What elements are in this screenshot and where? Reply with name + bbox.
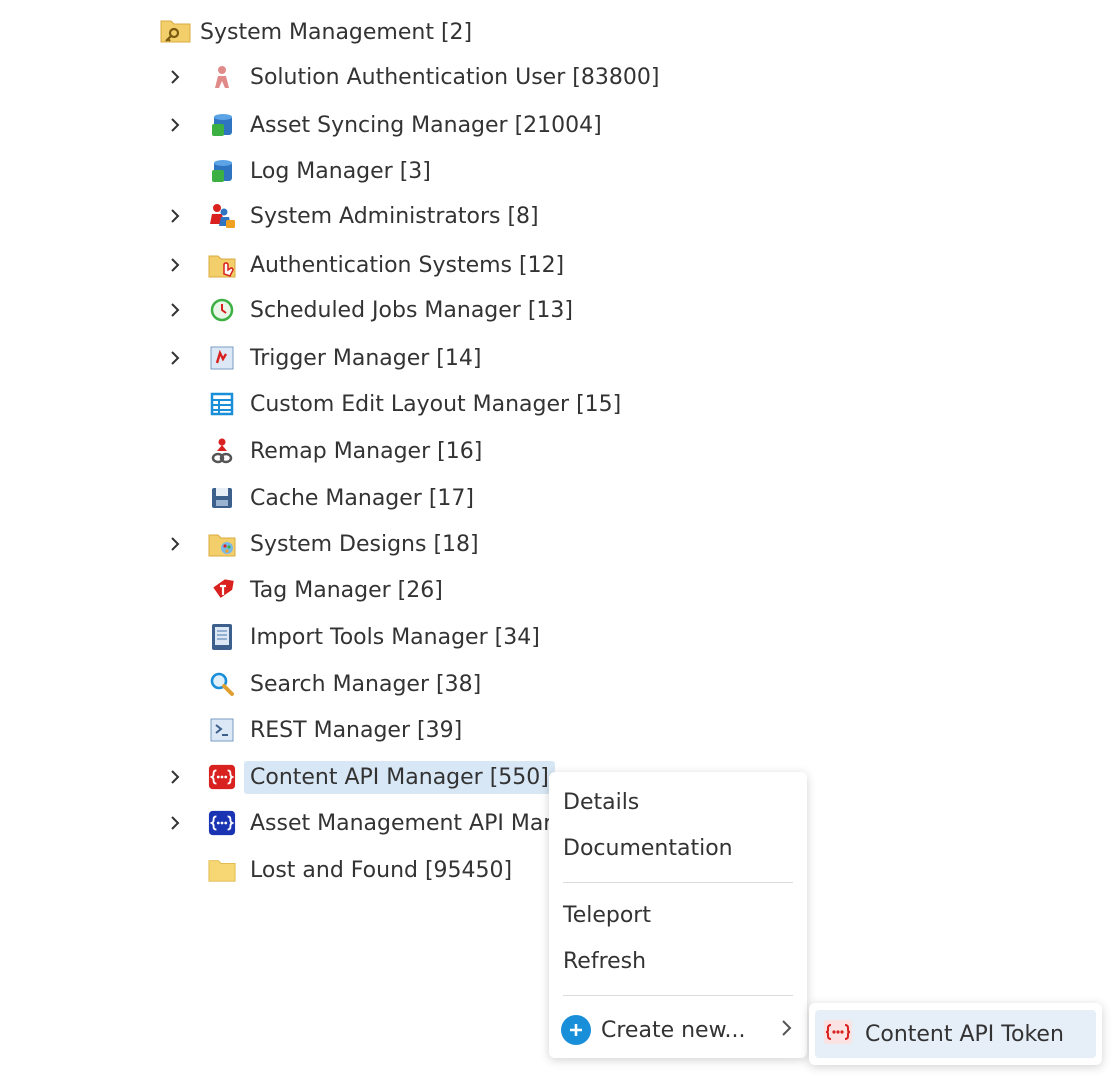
chevron-right-icon[interactable] bbox=[163, 253, 187, 277]
tree-item[interactable]: REST Manager [39] bbox=[0, 707, 700, 753]
tree-item[interactable]: Trigger Manager [14] bbox=[0, 335, 700, 381]
tree-item[interactable]: Import Tools Manager [34] bbox=[0, 614, 700, 660]
database-icon bbox=[208, 111, 236, 139]
chevron-right-icon[interactable] bbox=[163, 113, 187, 137]
chevron-right-icon bbox=[779, 1019, 793, 1041]
tree-item-label: Custom Edit Layout Manager [15] bbox=[250, 391, 622, 417]
content-api-token-label: Content API Token bbox=[865, 1021, 1064, 1047]
floppy-disk-icon bbox=[208, 484, 236, 512]
folder-hand-icon bbox=[208, 251, 236, 279]
menu-item-teleport[interactable]: Teleport bbox=[563, 903, 651, 928]
user-icon bbox=[208, 63, 236, 91]
tree-item[interactable]: System Designs [18] bbox=[0, 521, 700, 567]
tree-item-label: REST Manager [39] bbox=[250, 717, 463, 743]
remap-chain-icon bbox=[208, 437, 236, 465]
terminal-icon bbox=[208, 716, 236, 744]
tree-item-label: Lost and Found [95450] bbox=[250, 857, 513, 883]
tree-item[interactable]: Scheduled Jobs Manager [13] bbox=[0, 287, 700, 333]
create-new-label: Create new... bbox=[601, 1017, 746, 1043]
chevron-right-icon[interactable] bbox=[163, 346, 187, 370]
tree-item-label: Trigger Manager [14] bbox=[250, 345, 482, 371]
tree-item[interactable]: Custom Edit Layout Manager [15] bbox=[0, 381, 700, 427]
menu-item-details[interactable]: Details bbox=[563, 790, 639, 815]
tree-item-label: Log Manager [3] bbox=[250, 158, 431, 184]
menu-separator bbox=[563, 995, 793, 996]
import-tools-icon bbox=[208, 623, 236, 651]
submenu-item-content-api-token[interactable]: Content API Token bbox=[815, 1010, 1096, 1058]
tree-item-label: Scheduled Jobs Manager [13] bbox=[250, 297, 574, 323]
tree-item-label: Asset Syncing Manager [21004] bbox=[250, 112, 602, 138]
menu-item-documentation[interactable]: Documentation bbox=[563, 836, 733, 861]
menu-separator bbox=[563, 882, 793, 883]
tree-item[interactable]: Search Manager [38] bbox=[0, 661, 700, 707]
chevron-right-icon[interactable] bbox=[163, 811, 187, 835]
chevron-right-icon[interactable] bbox=[163, 204, 187, 228]
folder-icon bbox=[208, 856, 236, 884]
tree-item[interactable]: Cache Manager [17] bbox=[0, 475, 700, 521]
content-api-icon bbox=[208, 763, 236, 791]
create-new-submenu: Content API Token bbox=[809, 1003, 1102, 1065]
menu-item-refresh[interactable]: Refresh bbox=[563, 949, 646, 974]
trigger-icon bbox=[208, 344, 236, 372]
tree-item[interactable]: System Administrators [8] bbox=[0, 193, 700, 239]
asset-api-icon bbox=[208, 809, 236, 837]
tag-icon bbox=[208, 576, 236, 604]
tree-item-label: Tag Manager [26] bbox=[250, 577, 443, 603]
tree-item-label: Import Tools Manager [34] bbox=[250, 624, 540, 650]
tree-item[interactable]: Log Manager [3] bbox=[0, 148, 700, 194]
tree-item-label: Remap Manager [16] bbox=[250, 438, 483, 464]
tree-item[interactable]: Authentication Systems [12] bbox=[0, 242, 700, 288]
layout-grid-icon bbox=[208, 390, 236, 418]
magnifier-icon bbox=[208, 670, 236, 698]
folder-key-icon bbox=[160, 16, 192, 48]
chevron-right-icon[interactable] bbox=[163, 65, 187, 89]
tree-item-label: Cache Manager [17] bbox=[250, 485, 474, 511]
chevron-right-icon[interactable] bbox=[163, 765, 187, 789]
chevron-right-icon[interactable] bbox=[163, 298, 187, 322]
tree-root-label: System Management [2] bbox=[200, 19, 473, 45]
chevron-right-icon[interactable] bbox=[163, 532, 187, 556]
content-api-token-icon bbox=[823, 1019, 853, 1049]
tree-item[interactable]: Tag Manager [26] bbox=[0, 567, 700, 613]
user-group-lock-icon bbox=[208, 202, 236, 230]
plus-circle-icon bbox=[561, 1015, 591, 1045]
tree-item-label: System Designs [18] bbox=[250, 531, 479, 557]
tree-item[interactable]: Asset Syncing Manager [21004] bbox=[0, 102, 700, 148]
database-icon bbox=[208, 157, 236, 185]
tree-root-system-management[interactable]: System Management [2] bbox=[160, 14, 472, 50]
tree-item-label: Content API Manager [550] bbox=[244, 760, 555, 794]
tree-item-label: Authentication Systems [12] bbox=[250, 252, 565, 278]
menu-item-create-new[interactable]: Create new... bbox=[561, 1014, 795, 1046]
tree-item-label: Search Manager [38] bbox=[250, 671, 482, 697]
folder-palette-icon bbox=[208, 530, 236, 558]
tree-item[interactable]: Solution Authentication User [83800] bbox=[0, 54, 700, 100]
tree-item-label: Asset Management API Mar bbox=[250, 810, 553, 836]
tree-item[interactable]: Remap Manager [16] bbox=[0, 428, 700, 474]
tree-item-label: Solution Authentication User [83800] bbox=[250, 64, 660, 90]
clock-icon bbox=[208, 296, 236, 324]
tree-item-label: System Administrators [8] bbox=[250, 203, 539, 229]
context-menu: Details Documentation Teleport Refresh C… bbox=[549, 772, 807, 1058]
